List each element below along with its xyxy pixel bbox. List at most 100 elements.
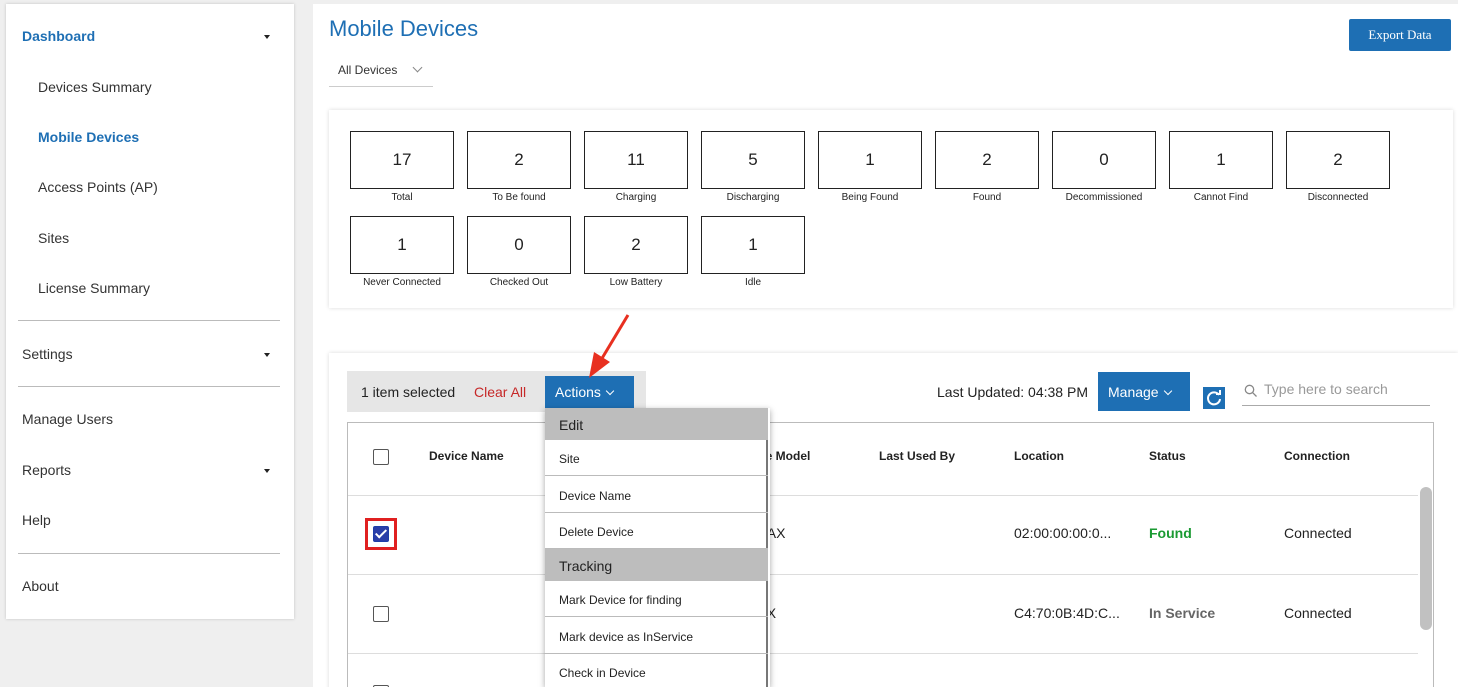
divider bbox=[18, 553, 280, 554]
stat-low-battery[interactable]: 2 Low Battery bbox=[584, 216, 688, 288]
stat-checked-out[interactable]: 0 Checked Out bbox=[467, 216, 571, 288]
stat-total[interactable]: 17 Total bbox=[350, 131, 454, 203]
stat-being-found[interactable]: 1 Being Found bbox=[818, 131, 922, 203]
menu-group-edit: Edit bbox=[545, 408, 768, 440]
stat-label: Charging bbox=[615, 192, 657, 203]
row-checkbox[interactable] bbox=[373, 606, 389, 622]
sidebar-item-sites[interactable]: Sites bbox=[38, 230, 69, 246]
page-title: Mobile Devices bbox=[329, 16, 479, 41]
sidebar-item-devices-summary[interactable]: Devices Summary bbox=[38, 79, 152, 95]
stat-value: 0 bbox=[1052, 131, 1156, 189]
col-location[interactable]: Location bbox=[1014, 449, 1064, 463]
sidebar-item-reports[interactable]: Reports bbox=[22, 462, 282, 478]
sidebar-item-label: Dashboard bbox=[22, 28, 96, 44]
menu-item-mark-inservice[interactable]: Mark device as InService bbox=[545, 618, 768, 654]
export-data-button[interactable]: Export Data bbox=[1349, 19, 1451, 51]
stat-label: Found bbox=[972, 192, 1002, 203]
stat-label: Low Battery bbox=[609, 277, 663, 288]
stat-idle[interactable]: 1 Idle bbox=[701, 216, 805, 288]
stat-charging[interactable]: 11 Charging bbox=[584, 131, 688, 203]
actions-menu-list: Edit Site Device Name Delete Device Trac… bbox=[545, 408, 768, 687]
menu-item-label: Delete Device bbox=[559, 525, 634, 539]
manage-button[interactable]: Manage bbox=[1098, 372, 1190, 411]
stat-label: Decommissioned bbox=[1065, 192, 1143, 203]
stat-discharging[interactable]: 5 Discharging bbox=[701, 131, 805, 203]
menu-item-device-name[interactable]: Device Name bbox=[545, 477, 768, 513]
stat-value: 11 bbox=[584, 131, 688, 189]
cell-location: 02:00:00:00:0... bbox=[1014, 525, 1112, 541]
chevron-down-icon bbox=[412, 62, 423, 73]
device-filter-select[interactable]: All Devices bbox=[329, 58, 433, 87]
stat-value: 1 bbox=[1169, 131, 1273, 189]
col-device-name[interactable]: Device Name bbox=[429, 449, 504, 463]
menu-item-label: Mark Device for finding bbox=[559, 593, 682, 607]
refresh-button[interactable] bbox=[1203, 387, 1225, 409]
cell-connection: Connected bbox=[1284, 525, 1352, 541]
actions-menu: Edit Site Device Name Delete Device Trac… bbox=[545, 408, 770, 687]
actions-label: Actions bbox=[555, 384, 601, 400]
stat-disconnected[interactable]: 2 Disconnected bbox=[1286, 131, 1390, 203]
actions-button[interactable]: Actions bbox=[545, 376, 634, 408]
menu-item-check-in-device[interactable]: Check in Device bbox=[545, 654, 768, 687]
col-status[interactable]: Status bbox=[1149, 449, 1186, 463]
select-all-checkbox[interactable] bbox=[373, 449, 389, 465]
stat-value: 2 bbox=[467, 131, 571, 189]
sidebar-item-dashboard[interactable]: Dashboard bbox=[22, 28, 282, 44]
stat-decommissioned[interactable]: 0 Decommissioned bbox=[1052, 131, 1156, 203]
stat-value: 1 bbox=[350, 216, 454, 274]
devices-table: Device Name ce Model Last Used By Locati… bbox=[347, 422, 1434, 687]
stat-label: Disconnected bbox=[1307, 192, 1369, 203]
menu-item-site[interactable]: Site bbox=[545, 440, 768, 476]
col-last-used-by[interactable]: Last Used By bbox=[879, 449, 955, 463]
sidebar-item-manage-users[interactable]: Manage Users bbox=[22, 411, 113, 427]
sidebar-item-settings[interactable]: Settings bbox=[22, 346, 282, 362]
selected-count: 1 item selected bbox=[361, 384, 456, 400]
search-input[interactable] bbox=[1264, 381, 1424, 397]
devices-grid-panel: 1 item selected Clear All Actions Last U… bbox=[329, 353, 1458, 687]
caret-down-icon bbox=[264, 353, 270, 357]
menu-item-delete-device[interactable]: Delete Device bbox=[545, 513, 768, 549]
stat-to-be-found[interactable]: 2 To Be found bbox=[467, 131, 571, 203]
refresh-icon bbox=[1207, 390, 1221, 406]
chevron-down-icon bbox=[1163, 386, 1172, 396]
menu-item-label: Mark device as InService bbox=[559, 630, 694, 644]
row-divider bbox=[348, 653, 1418, 654]
table-scrollbar[interactable] bbox=[1420, 487, 1432, 630]
stat-label: Being Found bbox=[841, 192, 899, 203]
stat-value: 0 bbox=[467, 216, 571, 274]
stat-value: 2 bbox=[1286, 131, 1390, 189]
stat-value: 1 bbox=[818, 131, 922, 189]
menu-item-mark-for-finding[interactable]: Mark Device for finding bbox=[545, 581, 768, 617]
cell-status: Found bbox=[1149, 525, 1192, 541]
menu-group-tracking: Tracking bbox=[545, 549, 768, 581]
stat-label: To Be found bbox=[492, 192, 546, 203]
row-checkbox[interactable] bbox=[373, 526, 389, 542]
cell-connection: Connected bbox=[1284, 605, 1352, 621]
sidebar-item-mobile-devices[interactable]: Mobile Devices bbox=[38, 129, 139, 145]
stat-label: Idle bbox=[744, 277, 762, 288]
sidebar: Dashboard Devices Summary Mobile Devices… bbox=[6, 4, 294, 619]
sidebar-item-about[interactable]: About bbox=[22, 578, 59, 594]
stat-value: 2 bbox=[935, 131, 1039, 189]
cell-location: C4:70:0B:4D:C... bbox=[1014, 605, 1120, 621]
sidebar-item-help[interactable]: Help bbox=[22, 512, 51, 528]
chevron-down-icon bbox=[605, 386, 615, 396]
stat-label: Total bbox=[391, 192, 413, 203]
row-divider bbox=[348, 495, 1418, 496]
stat-never-connected[interactable]: 1 Never Connected bbox=[350, 216, 454, 288]
stat-found[interactable]: 2 Found bbox=[935, 131, 1039, 203]
stat-cannot-find[interactable]: 1 Cannot Find bbox=[1169, 131, 1273, 203]
filter-value: All Devices bbox=[338, 63, 398, 77]
main-content: Mobile Devices All Devices Export Data 1… bbox=[313, 4, 1458, 687]
stats-panel: 17 Total 2 To Be found 11 Charging 5 Dis… bbox=[329, 110, 1453, 308]
sidebar-item-label: Reports bbox=[22, 462, 72, 478]
col-connection[interactable]: Connection bbox=[1284, 449, 1350, 463]
sidebar-item-license-summary[interactable]: License Summary bbox=[38, 280, 150, 296]
sidebar-item-access-points[interactable]: Access Points (AP) bbox=[38, 179, 158, 195]
last-updated: Last Updated: 04:38 PM bbox=[937, 384, 1088, 400]
caret-down-icon bbox=[264, 469, 270, 473]
caret-down-icon bbox=[264, 35, 270, 39]
clear-all-link[interactable]: Clear All bbox=[474, 384, 526, 400]
stat-label: Never Connected bbox=[363, 277, 441, 288]
search-box bbox=[1242, 378, 1430, 406]
